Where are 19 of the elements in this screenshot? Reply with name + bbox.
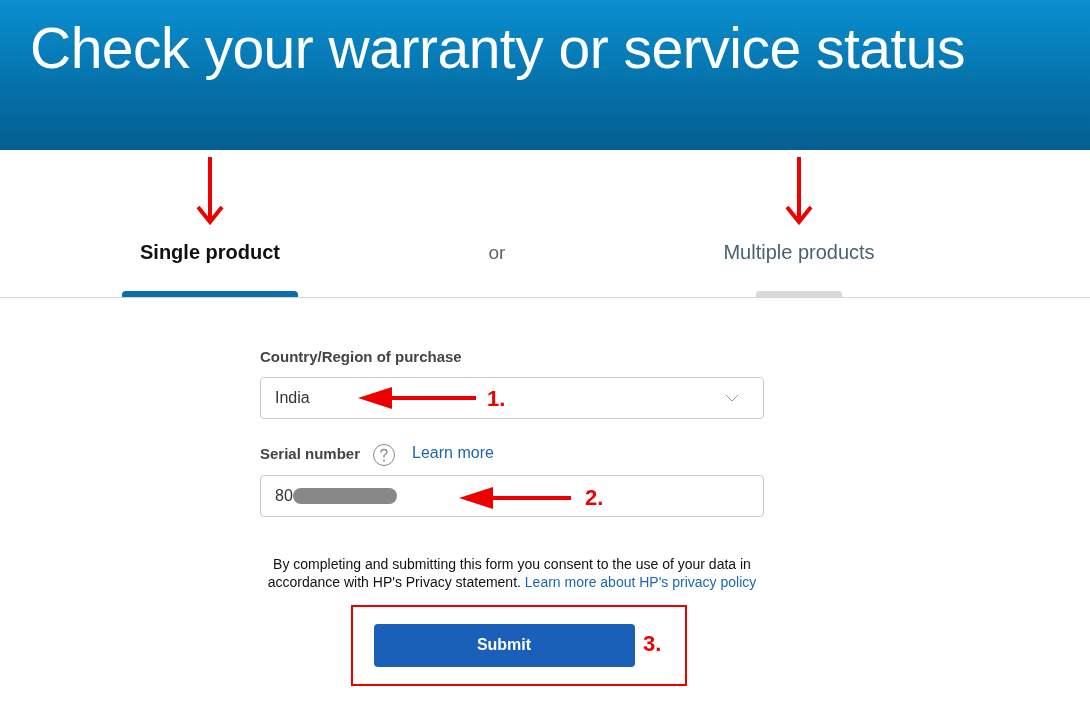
serial-number-field[interactable]: 80 2. [260, 474, 764, 517]
help-icon[interactable] [372, 442, 397, 467]
page-title: Check your warranty or service status [30, 15, 966, 82]
step-number: 2. [585, 483, 604, 512]
chevron-down-icon [725, 393, 739, 402]
field-label: Country/Region of purchase [260, 347, 463, 367]
step-number: 1. [487, 384, 506, 413]
consent-text: By completing and submitting this form you consent to the use of your data in accordance with HP's Privacy statement. Learn more about HP's privacy policy [266, 554, 758, 591]
tab[interactable]: Single product [140, 237, 280, 291]
field-label: Serial number [260, 444, 361, 465]
tab[interactable]: Multiple products [723, 237, 875, 291]
country-select[interactable]: India 1. [260, 376, 764, 419]
submit-button[interactable]: Submit [373, 623, 635, 667]
separator-text: or [488, 240, 506, 265]
learn-more-link[interactable]: Learn more [412, 440, 494, 465]
privacy-policy-link[interactable]: Learn more about HP's privacy policy [524, 573, 757, 590]
select-value: India [275, 387, 310, 408]
field-value: 80 [275, 485, 293, 506]
step-number: 3. [643, 629, 662, 658]
